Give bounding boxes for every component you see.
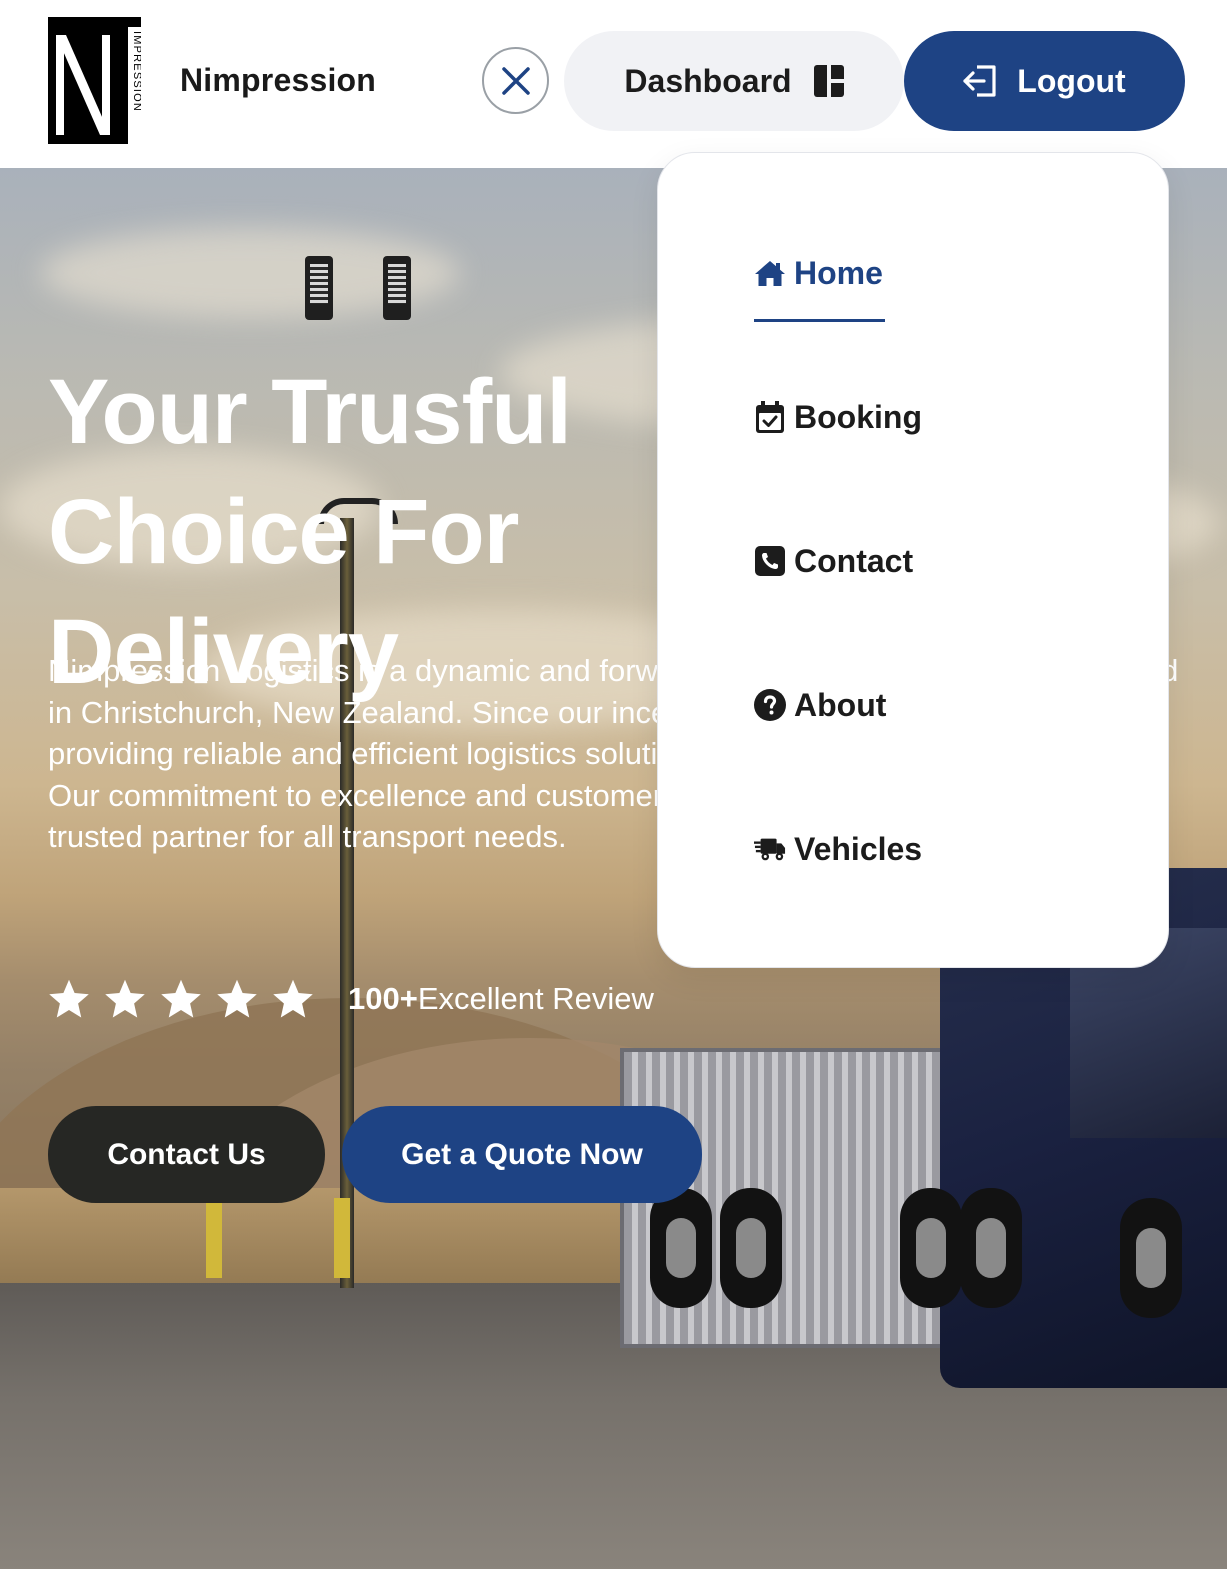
review-label: Excellent Review	[417, 981, 654, 1016]
star-icon	[161, 979, 201, 1018]
menu-item-label: About	[794, 686, 887, 723]
menu-item-vehicles[interactable]: Vehicles	[754, 824, 922, 874]
phone-square-icon	[754, 545, 786, 577]
menu-item-label: Contact	[794, 542, 914, 579]
truck-wheel	[1120, 1198, 1182, 1318]
calendar-check-icon	[754, 401, 786, 433]
yellow-post	[206, 1198, 222, 1278]
dashboard-label: Dashboard	[624, 62, 792, 99]
nav-dropdown-menu: Home Booking Contact About Vehicles	[657, 152, 1169, 968]
street-lamp	[383, 256, 411, 320]
review-count: 100+	[348, 981, 418, 1016]
brand-logo[interactable]: IMPRESSION	[48, 17, 143, 144]
contact-us-button[interactable]: Contact Us	[48, 1106, 325, 1203]
star-rating	[48, 978, 314, 1020]
top-navbar: IMPRESSION Nimpression Dashboard Logout	[0, 0, 1227, 168]
menu-item-label: Home	[794, 254, 883, 291]
dashboard-button[interactable]: Dashboard	[564, 31, 904, 131]
menu-item-about[interactable]: About	[754, 680, 886, 730]
get-quote-button[interactable]: Get a Quote Now	[342, 1106, 702, 1203]
menu-item-label: Booking	[794, 398, 922, 435]
house-icon	[754, 257, 786, 289]
truck-wheel	[650, 1188, 712, 1308]
review-rating: 100+ Excellent Review	[48, 978, 654, 1020]
close-menu-button[interactable]	[482, 47, 549, 114]
logout-label: Logout	[1017, 62, 1126, 99]
active-indicator	[754, 319, 885, 322]
menu-item-label: Vehicles	[794, 830, 923, 867]
star-icon	[49, 979, 89, 1018]
menu-item-home[interactable]: Home	[754, 248, 883, 298]
menu-item-contact[interactable]: Contact	[754, 536, 913, 586]
star-icon	[217, 979, 257, 1018]
truck-wheel	[720, 1188, 782, 1308]
get-quote-label: Get a Quote Now	[401, 1137, 643, 1171]
truck-fast-icon	[754, 833, 786, 865]
login-arrow-icon	[963, 65, 996, 97]
menu-item-booking[interactable]: Booking	[754, 392, 922, 442]
question-circle-icon	[754, 689, 786, 721]
brand-name: Nimpression	[180, 62, 377, 98]
logout-button[interactable]: Logout	[904, 31, 1185, 131]
street-lamp	[305, 256, 333, 320]
x-icon	[501, 66, 530, 95]
svg-text:IMPRESSION: IMPRESSION	[131, 31, 141, 112]
logo-mark: IMPRESSION	[48, 17, 143, 144]
star-icon	[273, 979, 313, 1018]
layout-dashboard-icon	[813, 65, 844, 97]
contact-us-label: Contact Us	[107, 1137, 266, 1171]
star-icon	[105, 979, 145, 1018]
truck-wheel	[900, 1188, 962, 1308]
truck-wheel	[960, 1188, 1022, 1308]
yellow-post	[334, 1198, 350, 1278]
